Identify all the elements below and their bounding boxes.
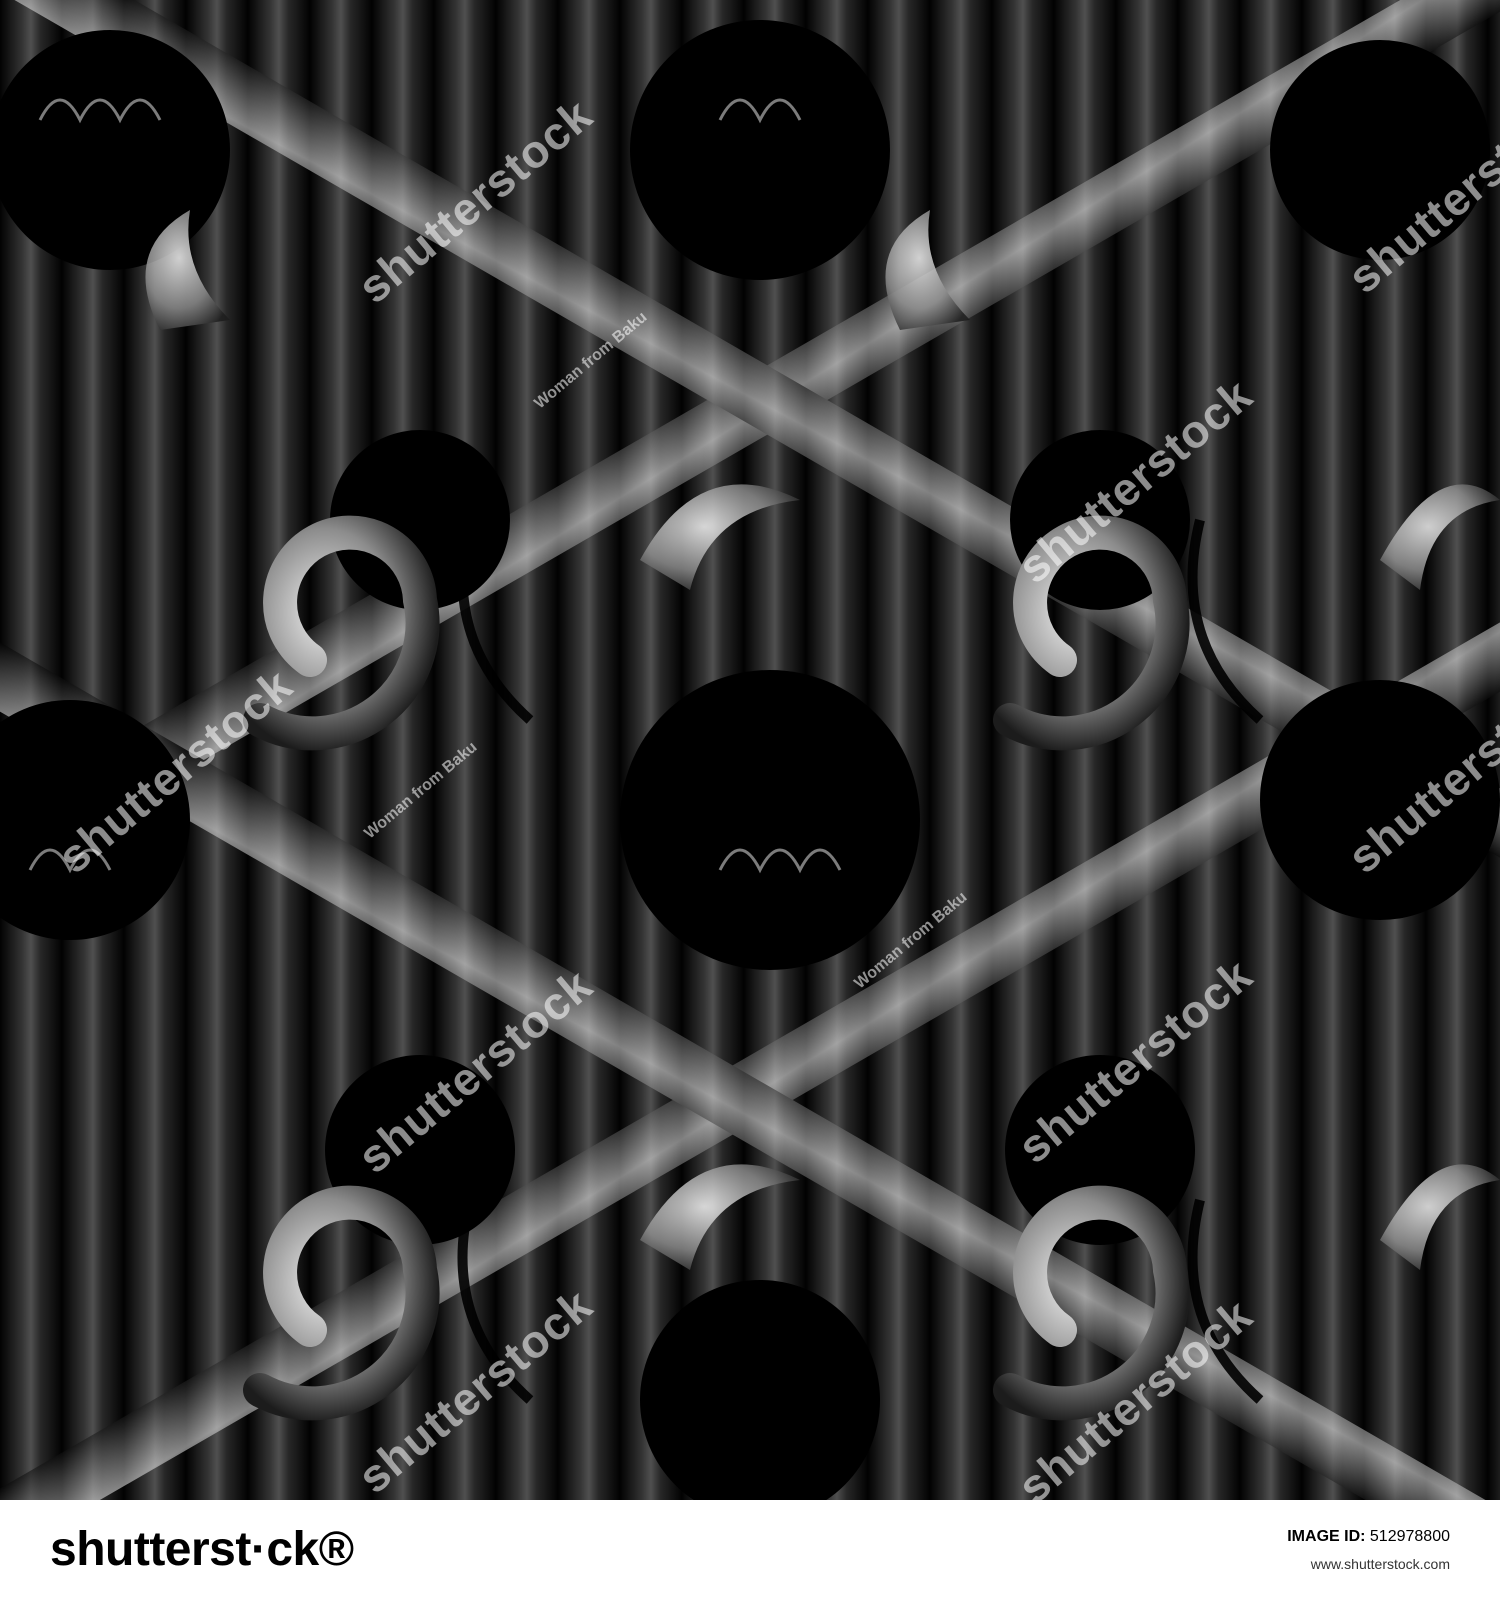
stock-footer: shutterst·ck® IMAGE ID: 512978800 www.sh…	[0, 1500, 1500, 1600]
image-id: IMAGE ID: 512978800	[1287, 1528, 1450, 1546]
image-id-label: IMAGE ID:	[1287, 1528, 1366, 1545]
shutterstock-logo: shutterst·ck®	[50, 1523, 354, 1576]
image-id-value: 512978800	[1369, 1528, 1450, 1545]
stock-image: shutterstock shutterstock shutterstock s…	[0, 0, 1500, 1600]
footer-url: www.shutterstock.com	[1310, 1556, 1450, 1572]
floral-pattern-artwork: shutterstock shutterstock shutterstock s…	[0, 0, 1500, 1500]
